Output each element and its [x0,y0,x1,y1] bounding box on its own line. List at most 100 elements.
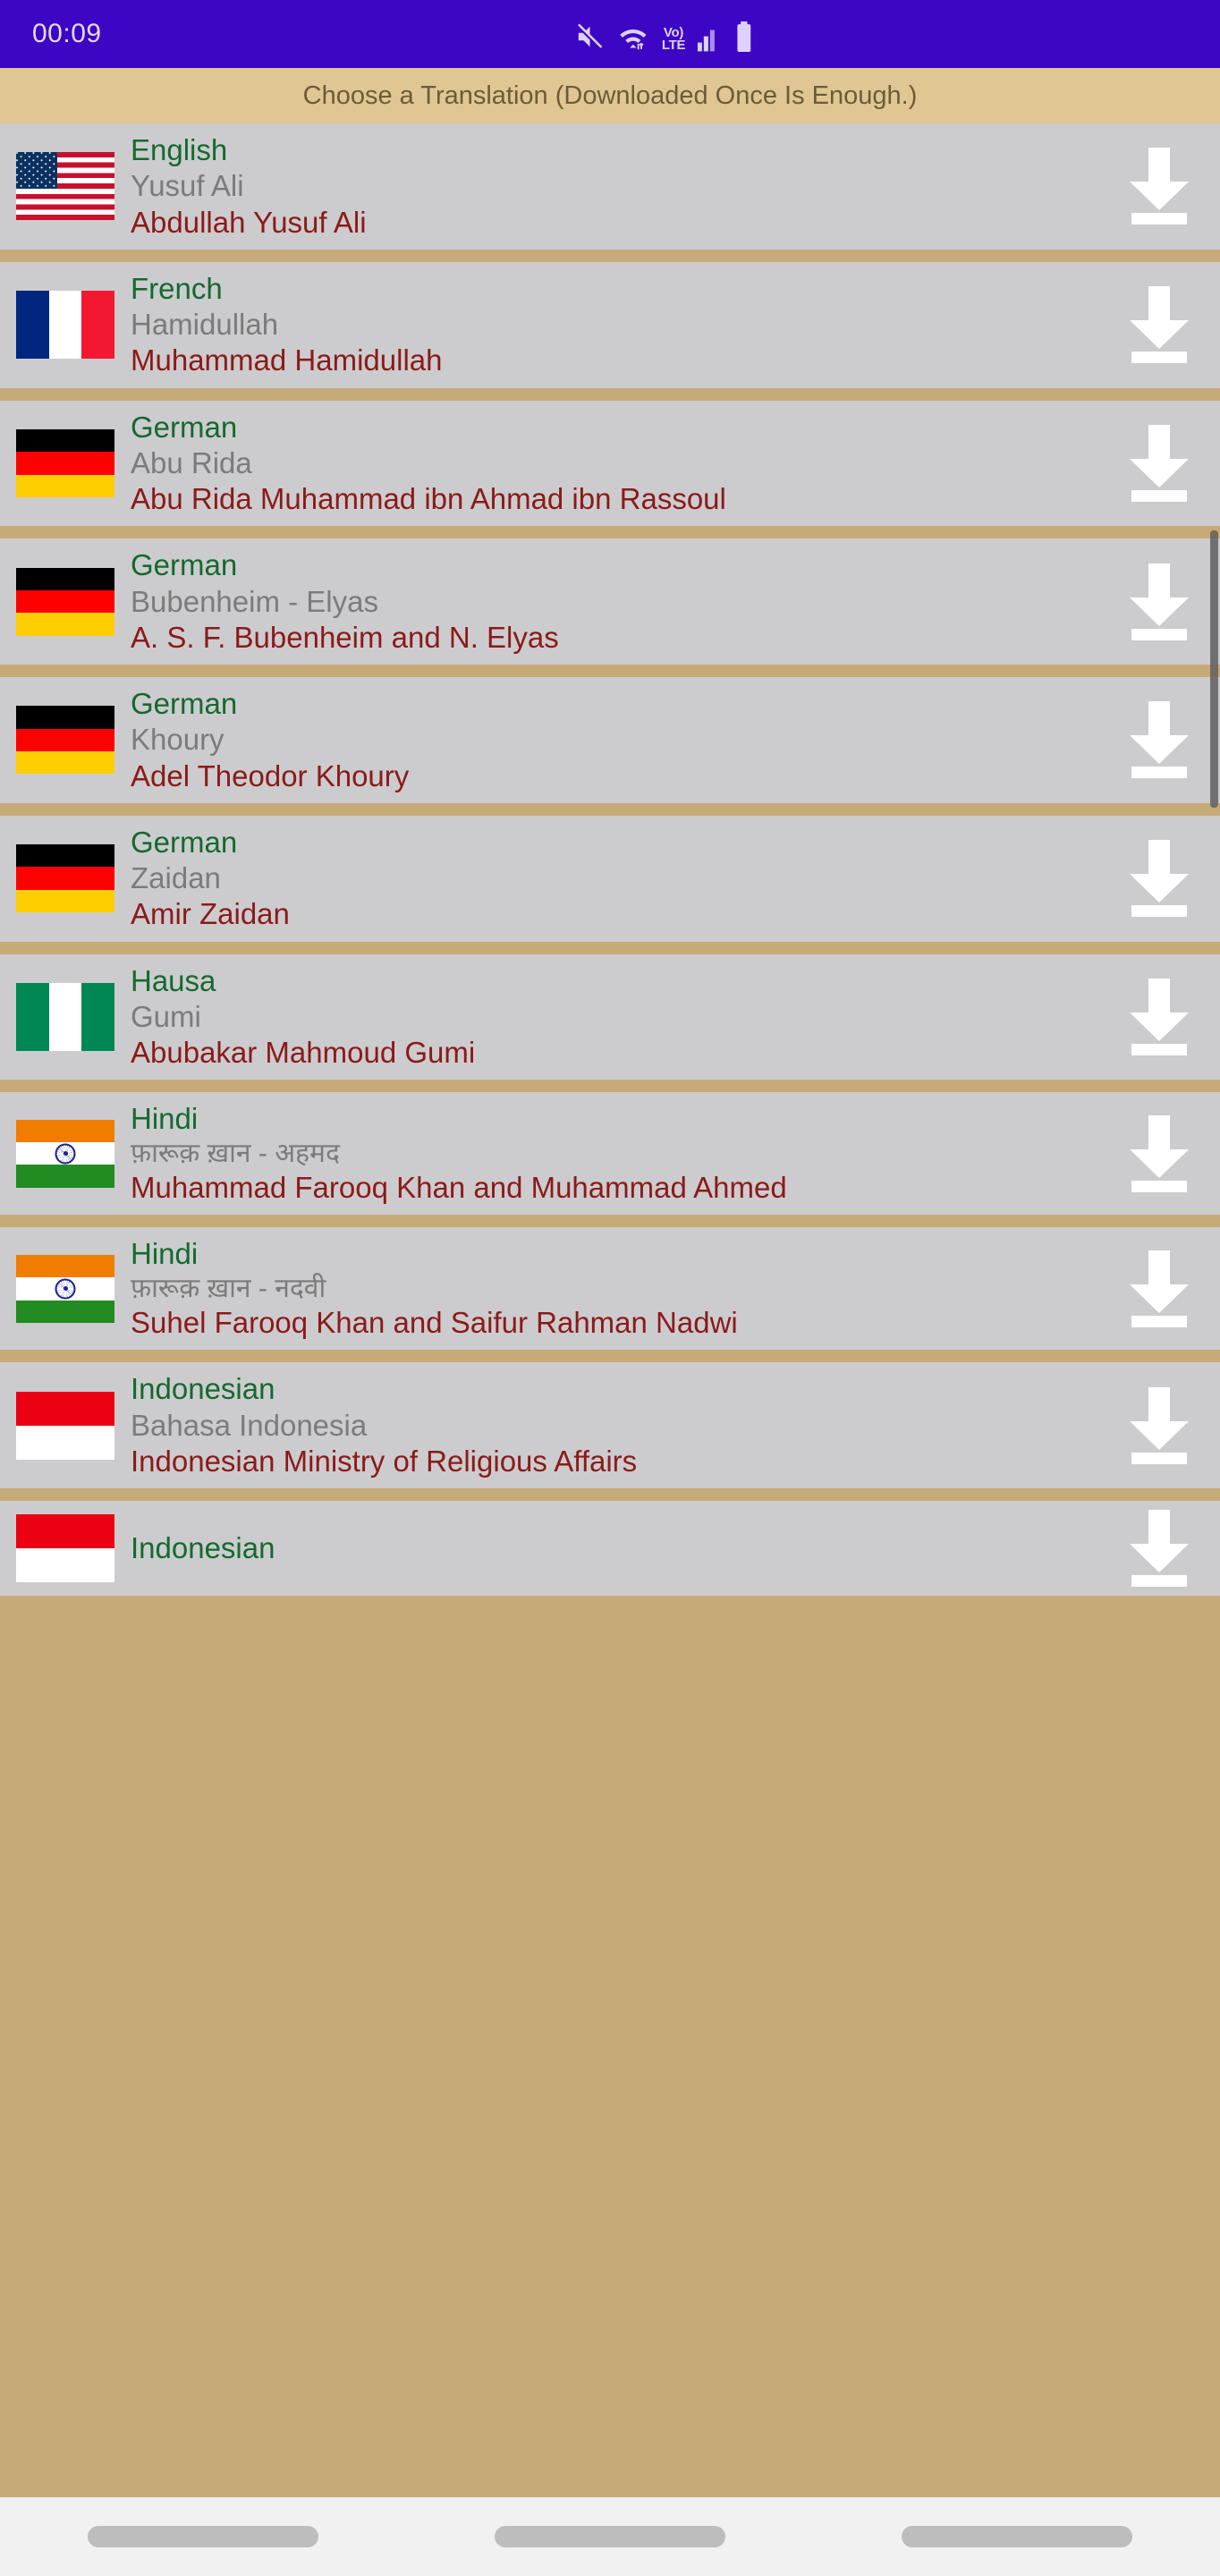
back-button[interactable] [901,2526,1132,2547]
translation-language: Indonesian [131,1531,275,1565]
download-button[interactable] [1098,424,1220,502]
translation-row[interactable]: French Hamidullah Muhammad Hamidullah [0,261,1220,388]
translation-subtitle: Hamidullah [131,308,279,341]
volte-icon: Vo) LTE [661,27,686,54]
translation-author: Abu Rida Muhammad ibn Ahmad ibn Rassoul [131,482,726,515]
download-button[interactable] [1098,1510,1220,1588]
translation-author: Indonesian Ministry of Religious Affairs [131,1444,638,1478]
flag-india-icon [0,1119,131,1188]
home-button[interactable] [494,2526,725,2547]
system-navigation-bar [0,2497,1220,2576]
translation-subtitle: Yusuf Ali [131,169,244,203]
flag-germany-icon [0,844,131,913]
translation-row-text: Indonesian Bahasa Indonesia Indonesian Min… [131,1371,1098,1479]
translation-author: Adel Theodor Khoury [131,758,410,792]
translation-row[interactable]: Indonesian [0,1501,1220,1597]
translation-language: German [131,687,238,720]
download-icon[interactable] [1126,1250,1192,1327]
translation-row[interactable]: Hindi फ़ारूक़ ख़ान - अहमद Muhammad Farooq … [0,1092,1220,1216]
download-icon[interactable] [1126,1510,1192,1588]
download-icon[interactable] [1126,1386,1192,1464]
status-bar: 00:09 Vo) LTE [0,0,1220,68]
flag-india-icon [0,1254,131,1323]
flag-indonesia-icon [0,1391,131,1460]
flag-indonesia-icon [0,1514,131,1583]
flag-france-icon [0,291,131,360]
translation-language: French [131,271,223,305]
translation-row-text: Hindi फ़ारूक़ ख़ान - नदवी Suhel Farooq Kha… [131,1236,1098,1341]
recents-button[interactable] [88,2526,319,2547]
download-button[interactable] [1098,1250,1220,1327]
translation-language: German [131,410,238,444]
translation-row[interactable]: German Khoury Adel Theodor Khoury [0,677,1220,803]
battery-icon [735,21,753,52]
download-button[interactable] [1098,286,1220,364]
translation-subtitle: फ़ारूक़ ख़ान - नदवी [131,1273,326,1303]
translation-row[interactable]: German Abu Rida Abu Rida Muhammad ibn Ahma… [0,400,1220,527]
download-icon[interactable] [1126,148,1192,225]
download-button[interactable] [1098,1114,1220,1192]
download-button[interactable] [1098,978,1220,1055]
translation-row-text: German Khoury Adel Theodor Khoury [131,686,1098,794]
flag-germany-icon [0,428,131,497]
translation-row[interactable]: Hindi फ़ारूक़ ख़ान - नदवी Suhel Farooq Kha… [0,1227,1220,1351]
download-icon[interactable] [1126,840,1192,918]
translation-subtitle: Khoury [131,723,225,757]
translation-subtitle: Zaidan [131,861,221,894]
translation-subtitle: Bahasa Indonesia [131,1408,368,1442]
download-icon[interactable] [1126,978,1192,1055]
translation-author: Amir Zaidan [131,897,290,931]
translation-list[interactable]: English Yusuf Ali Abdullah Yusuf Ali French… [0,123,1220,2576]
download-icon[interactable] [1126,563,1192,640]
translation-author: Muhammad Farooq Khan and Muhammad Ahmed [131,1171,787,1205]
translation-row[interactable]: German Zaidan Amir Zaidan [0,815,1220,942]
translation-language: Indonesian [131,1372,275,1406]
translation-row-text: English Yusuf Ali Abdullah Yusuf Ali [131,132,1098,241]
download-button[interactable] [1098,701,1220,779]
volte-bottom-label: LTE [661,38,686,54]
download-button[interactable] [1098,563,1220,640]
translation-row-text: Hausa Gumi Abubakar Mahmoud Gumi [131,963,1098,1072]
translation-author: Abdullah Yusuf Ali [131,205,367,239]
app-screen: 00:09 Vo) LTE Choose a Translation (Down… [0,0,1220,2576]
translation-row[interactable]: Hausa Gumi Abubakar Mahmoud Gumi [0,953,1220,1080]
translation-row[interactable]: Indonesian Bahasa Indonesia Indonesian Min… [0,1362,1220,1489]
translation-language: Hindi [131,1237,199,1271]
status-bar-clock: 00:09 [32,19,102,48]
translation-row-text: German Bubenheim - Elyas A. S. F. Bubenhei… [131,547,1098,656]
translation-author: Muhammad Hamidullah [131,343,443,377]
translation-author: Suhel Farooq Khan and Saifur Rahman Nadw… [131,1306,738,1340]
signal-icon [698,23,723,52]
download-button[interactable] [1098,1386,1220,1464]
page-title-bar: Choose a Translation (Downloaded Once Is… [0,68,1220,123]
translation-row-text: Hindi फ़ारूक़ ख़ान - अहमद Muhammad Farooq … [131,1101,1098,1206]
translation-row[interactable]: German Bubenheim - Elyas A. S. F. Bubenhei… [0,538,1220,665]
translation-row-text: French Hamidullah Muhammad Hamidullah [131,271,1098,379]
translation-row-text: German Abu Rida Abu Rida Muhammad ibn Ahma… [131,410,1098,518]
translation-subtitle: Abu Rida [131,445,252,479]
download-icon[interactable] [1126,701,1192,779]
download-icon[interactable] [1126,286,1192,364]
translation-subtitle: Gumi [131,999,201,1033]
translation-subtitle: Bubenheim - Elyas [131,584,378,618]
translation-row[interactable]: English Yusuf Ali Abdullah Yusuf Ali [0,123,1220,250]
translation-author: A. S. F. Bubenheim and N. Elyas [131,620,559,654]
flag-united-states-icon [0,152,131,221]
download-icon[interactable] [1126,1114,1192,1192]
flag-nigeria-icon [0,982,131,1051]
translation-language: Hindi [131,1102,199,1136]
download-icon[interactable] [1126,424,1192,502]
download-button[interactable] [1098,840,1220,918]
mute-icon [574,21,605,52]
translation-language: English [131,133,228,166]
translation-row-text: Indonesian [131,1530,1098,1566]
list-scrollbar-thumb[interactable] [1210,530,1218,808]
translation-language: Hausa [131,963,216,997]
page-title: Choose a Translation (Downloaded Once Is… [302,80,918,110]
translation-row-text: German Zaidan Amir Zaidan [131,825,1098,933]
download-button[interactable] [1098,148,1220,225]
status-bar-icons: Vo) LTE [574,16,753,52]
translation-language: German [131,548,238,582]
flag-germany-icon [0,567,131,636]
translation-author: Abubakar Mahmoud Gumi [131,1036,476,1069]
